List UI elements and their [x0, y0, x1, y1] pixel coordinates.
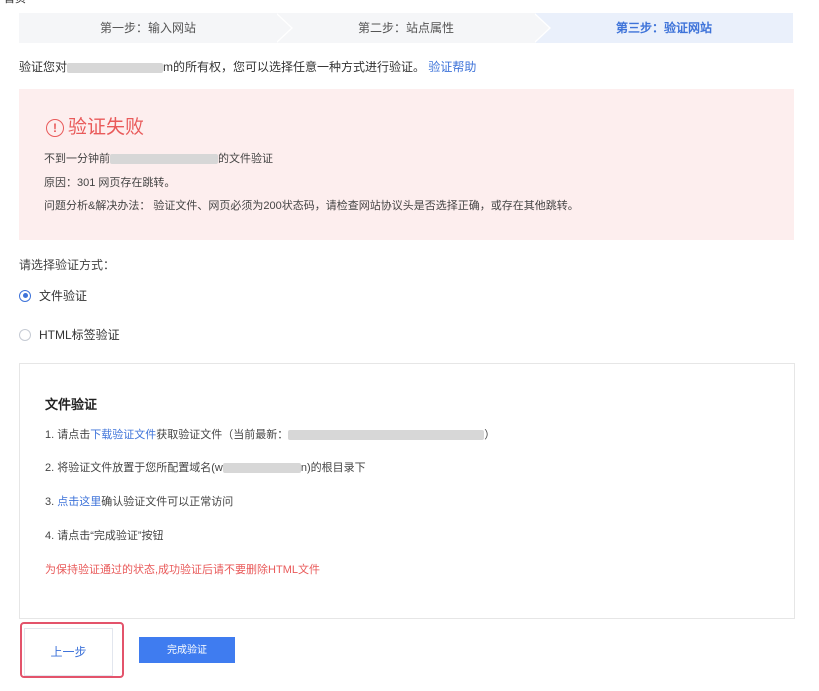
instruction-step-4: 4. 请点击“完成验证”按钮 — [45, 530, 164, 542]
file-verify-panel: 文件验证 1. 请点击下载验证文件获取验证文件（当前最新：） 2. 将验证文件放… — [19, 363, 795, 619]
verify-help-link[interactable]: 验证帮助 — [428, 60, 476, 74]
keep-file-warning: 为保持验证通过的状态,成功验证后请不要删除HTML文件 — [45, 564, 320, 576]
step-1-input-site: 第一步：输入网站 — [19, 13, 277, 43]
step-indicator: 第一步：输入网站 第二步：站点属性 第三步：验证网站 — [19, 13, 793, 43]
prev-step-button[interactable]: 上一步 — [24, 628, 113, 676]
error-time-line: 不到一分钟前 的文件验证 — [44, 153, 273, 165]
error-solution: 问题分析&解决办法： 验证文件、网页必须为200状态码，请检查网站协议头是否选择… — [44, 200, 579, 212]
verify-error-box: ! 验证失败 不到一分钟前 的文件验证 原因：301 网页存在跳转。 问题分析&解… — [19, 89, 794, 240]
intro-text: 验证您对 m的所有权，您可以选择任意一种方式进行验证。 验证帮助 — [19, 59, 476, 75]
step-arrow-1 — [275, 13, 291, 43]
step-3-verify-site: 第三步：验证网站 — [535, 13, 793, 43]
click-here-link[interactable]: 点击这里 — [57, 496, 101, 508]
error-reason: 原因：301 网页存在跳转。 — [44, 177, 176, 189]
step-arrow-2 — [533, 13, 549, 43]
instruction-step-3: 3. 点击这里确认验证文件可以正常访问 — [45, 496, 234, 508]
radio-checked-icon[interactable] — [19, 289, 31, 302]
redacted-filename — [288, 430, 485, 441]
instruction-step-1: 1. 请点击下载验证文件获取验证文件（当前最新：） — [45, 429, 496, 441]
method-option-file[interactable]: 文件验证 — [19, 287, 87, 304]
redacted-domain — [67, 62, 164, 73]
intro-prefix: 验证您对 — [19, 60, 68, 74]
breadcrumb-fragment: 首页 — [4, 0, 26, 4]
error-title: ! 验证失败 — [46, 117, 144, 139]
instruction-step-2: 2. 将验证文件放置于您所配置域名(w n)的根目录下 — [45, 462, 366, 474]
method-option-html-tag[interactable]: HTML标签验证 — [19, 326, 120, 343]
download-verify-file-link[interactable]: 下载验证文件 — [90, 429, 156, 441]
complete-verify-button[interactable]: 完成验证 — [139, 637, 235, 663]
radio-unchecked-icon[interactable] — [19, 328, 31, 341]
redacted-domain — [110, 154, 218, 165]
redacted-domain — [222, 463, 301, 474]
alert-icon: ! — [46, 119, 64, 137]
intro-suffix: m的所有权，您可以选择任意一种方式进行验证。 — [163, 60, 426, 74]
method-label: 请选择验证方式： — [19, 258, 116, 272]
step-2-site-properties: 第二步：站点属性 — [277, 13, 535, 43]
panel-title: 文件验证 — [45, 397, 98, 412]
